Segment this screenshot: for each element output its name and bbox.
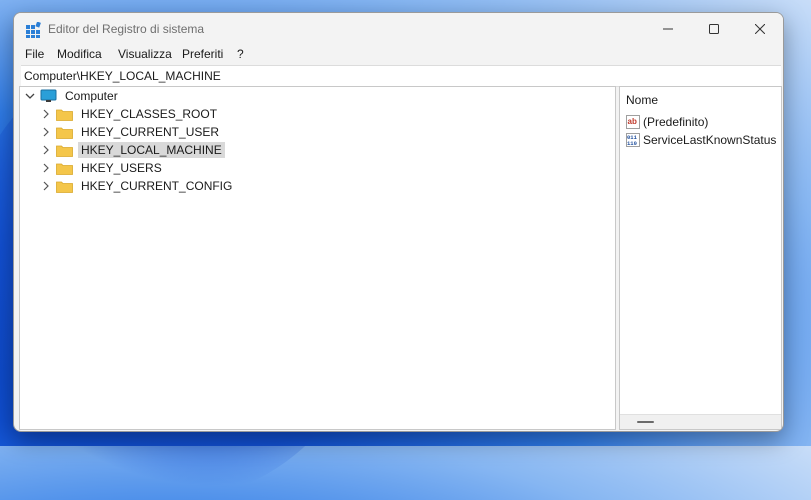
tree-root-label: Computer <box>65 89 118 103</box>
scrollbar-thumb[interactable] <box>637 421 654 423</box>
menu-preferiti[interactable]: Preferiti <box>182 47 223 61</box>
tree-item-label: HKEY_USERS <box>81 161 162 175</box>
value-name: ServiceLastKnownStatus <box>643 133 777 147</box>
column-header-name[interactable]: Nome <box>626 93 658 107</box>
minimize-icon <box>663 28 673 30</box>
computer-icon <box>40 89 57 103</box>
menu-help[interactable]: ? <box>237 47 244 61</box>
svg-text:ab: ab <box>628 117 637 126</box>
registry-editor-app-icon <box>25 21 41 38</box>
chevron-right-icon[interactable] <box>40 180 52 192</box>
close-button[interactable] <box>737 13 783 45</box>
address-bar[interactable]: Computer\HKEY_LOCAL_MACHINE <box>21 65 781 87</box>
key-tree-pane[interactable]: Computer HKEY_CLASSES_ROOT HKEY_CURRENT_… <box>19 86 616 430</box>
chevron-right-icon[interactable] <box>40 144 52 156</box>
menu-file[interactable]: File <box>25 47 44 61</box>
maximize-button[interactable] <box>691 13 737 45</box>
address-path[interactable]: Computer\HKEY_LOCAL_MACHINE <box>24 69 221 83</box>
tree-item-label: HKEY_CURRENT_CONFIG <box>81 179 233 193</box>
string-value-icon: ab <box>626 115 640 129</box>
tree-item-label: HKEY_CLASSES_ROOT <box>81 107 218 121</box>
value-row-predefinito[interactable]: ab (Predefinito) <box>626 113 708 131</box>
title-bar[interactable]: Editor del Registro di sistema <box>14 13 783 45</box>
maximize-icon <box>709 24 719 34</box>
tree-item-hkey-classes-root[interactable]: HKEY_CLASSES_ROOT <box>40 105 220 123</box>
tree-root-computer[interactable]: Computer <box>24 87 121 105</box>
value-row-servicelastknownstatus[interactable]: 011 110 ServiceLastKnownStatus <box>626 131 776 149</box>
chevron-down-icon[interactable] <box>24 90 36 102</box>
chevron-right-icon[interactable] <box>40 108 52 120</box>
tree-item-label: HKEY_CURRENT_USER <box>81 125 220 139</box>
tree-item-hkey-current-user[interactable]: HKEY_CURRENT_USER <box>40 123 222 141</box>
binary-value-icon: 011 110 <box>626 133 640 147</box>
chevron-right-icon[interactable] <box>40 162 52 174</box>
svg-text:110: 110 <box>627 140 637 147</box>
menu-modifica[interactable]: Modifica <box>57 47 102 61</box>
folder-icon <box>56 180 73 193</box>
value-name: (Predefinito) <box>643 115 709 129</box>
chevron-right-icon[interactable] <box>40 126 52 138</box>
folder-icon <box>56 108 73 121</box>
tree-item-hkey-local-machine[interactable]: HKEY_LOCAL_MACHINE <box>40 141 225 159</box>
tree-item-hkey-current-config[interactable]: HKEY_CURRENT_CONFIG <box>40 177 235 195</box>
close-icon <box>755 24 765 34</box>
values-pane[interactable]: Nome ab (Predefinito) 011 110 ServiceLas… <box>619 86 782 430</box>
window-title: Editor del Registro di sistema <box>48 22 205 36</box>
minimize-button[interactable] <box>645 13 691 45</box>
folder-icon <box>56 126 73 139</box>
registry-editor-window: Editor del Registro di sistema File Modi… <box>13 12 784 432</box>
folder-icon <box>56 162 73 175</box>
tree-item-hkey-users[interactable]: HKEY_USERS <box>40 159 165 177</box>
folder-icon <box>56 144 73 157</box>
tree-item-label-selected: HKEY_LOCAL_MACHINE <box>78 142 225 158</box>
menu-bar: File Modifica Visualizza Preferiti ? <box>14 45 783 65</box>
horizontal-scrollbar[interactable] <box>620 414 781 429</box>
menu-visualizza[interactable]: Visualizza <box>118 47 172 61</box>
